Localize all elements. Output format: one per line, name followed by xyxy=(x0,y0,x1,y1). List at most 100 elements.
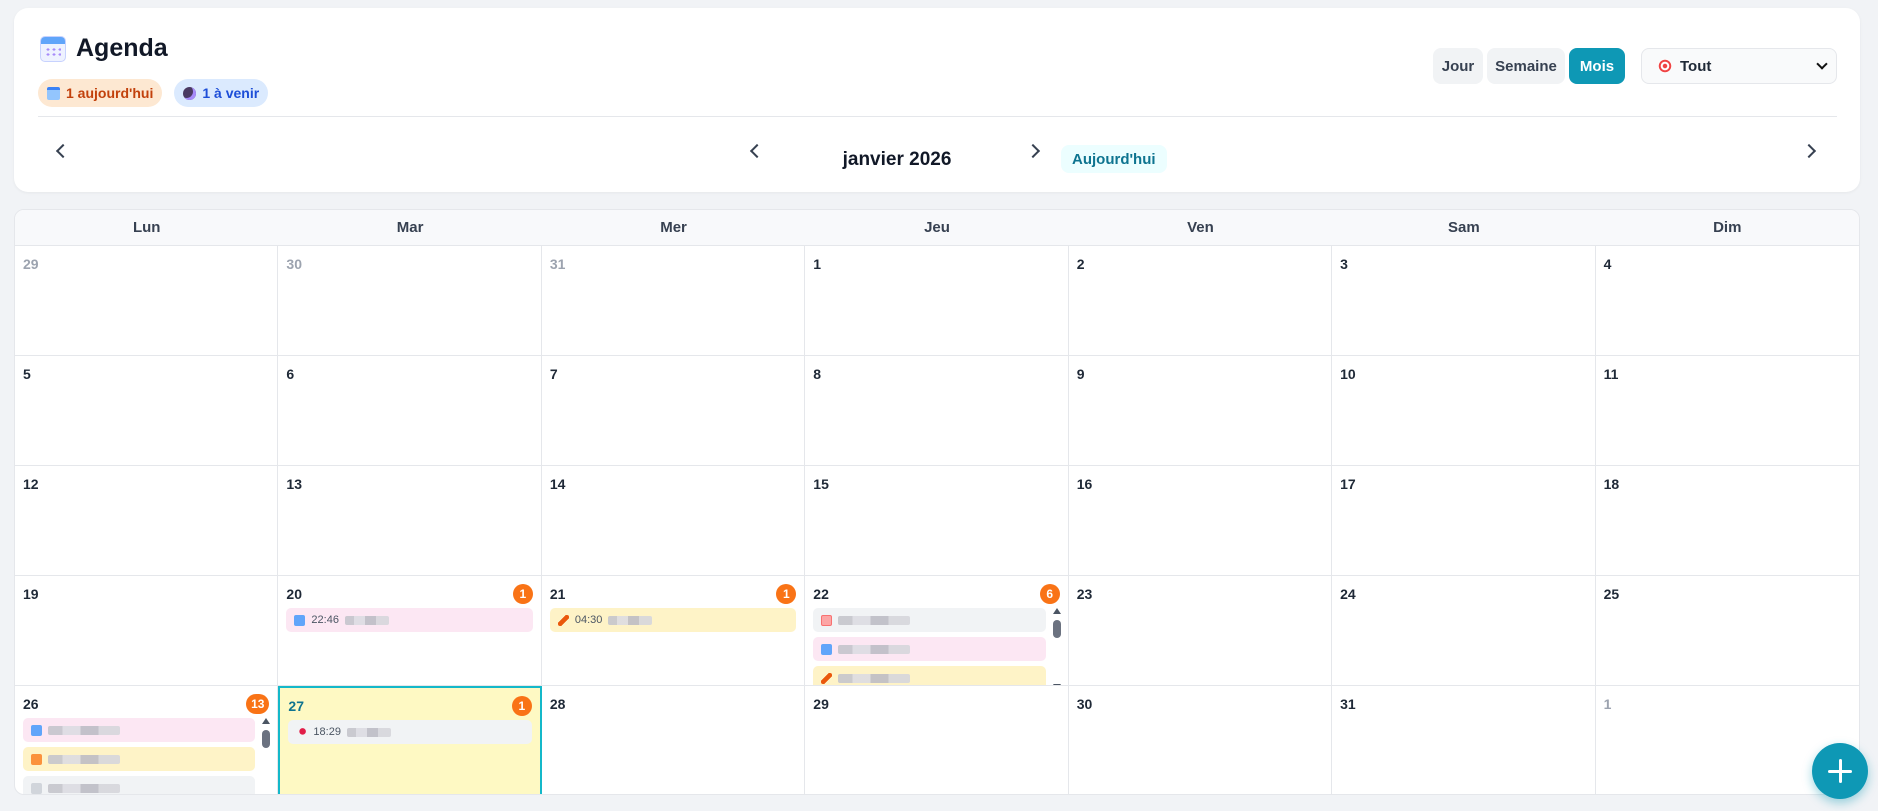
day-cell[interactable]: 11 xyxy=(1595,356,1859,466)
day-cell[interactable]: 5 xyxy=(15,356,279,466)
event-chip[interactable] xyxy=(23,718,256,742)
day-cell[interactable]: 14 xyxy=(541,466,806,576)
scroll-down-icon[interactable] xyxy=(262,794,270,795)
redacted-event-title xyxy=(48,725,120,735)
scroll-up-icon[interactable] xyxy=(262,718,271,724)
day-cell[interactable]: 7 xyxy=(541,356,806,466)
event-list xyxy=(23,718,271,795)
event-chip[interactable]: 04:30 xyxy=(549,608,797,632)
event-chip[interactable] xyxy=(813,666,1046,685)
next-month-button[interactable] xyxy=(1018,136,1048,166)
event-chip[interactable]: 22:46 xyxy=(286,608,533,632)
orange-icon xyxy=(31,753,42,765)
today-count-badge[interactable]: 1 aujourd'hui xyxy=(38,79,163,107)
scroll-up-icon[interactable] xyxy=(1052,608,1061,614)
page-title: Agenda xyxy=(76,34,168,62)
blue-icon xyxy=(31,724,42,736)
event-count-badge: 13 xyxy=(246,694,270,714)
event-chip[interactable] xyxy=(813,637,1046,661)
day-cell[interactable]: 22 6 xyxy=(805,576,1069,686)
header-divider xyxy=(38,116,1837,117)
day-cell[interactable]: 8 xyxy=(805,356,1069,466)
view-week-button[interactable]: Semaine xyxy=(1487,48,1565,84)
day-number: 25 xyxy=(1603,586,1620,602)
day-cell[interactable]: 9 xyxy=(1068,356,1333,466)
day-number: 4 xyxy=(1603,256,1612,272)
upcoming-count-badge[interactable]: 1 à venir xyxy=(174,79,269,107)
chevron-left-icon xyxy=(55,143,71,159)
day-cell[interactable]: 30 xyxy=(278,246,542,356)
view-day-button[interactable]: Jour xyxy=(1433,48,1483,84)
filter-value: Tout xyxy=(1680,57,1712,75)
view-month-button[interactable]: Mois xyxy=(1569,48,1625,84)
day-cell[interactable]: 26 13 xyxy=(15,686,279,795)
day-cell[interactable]: 13 xyxy=(278,466,542,576)
day-number: 2 xyxy=(1076,256,1085,272)
event-chip[interactable] xyxy=(813,608,1046,632)
day-cell-today[interactable]: 27 1 18:29 xyxy=(278,686,542,794)
day-cell[interactable]: 21 1 04:30 xyxy=(541,576,806,686)
weekday-label: Sam xyxy=(1448,219,1480,236)
event-chip[interactable] xyxy=(23,747,256,771)
day-number: 11 xyxy=(1603,366,1619,382)
add-event-button[interactable] xyxy=(1812,743,1868,799)
day-cell[interactable]: 29 xyxy=(805,686,1069,794)
day-cell[interactable]: 2 xyxy=(1068,246,1333,356)
day-cell[interactable]: 4 xyxy=(1595,246,1859,356)
day-number: 23 xyxy=(1076,586,1093,602)
day-number: 24 xyxy=(1340,586,1356,602)
day-number: 31 xyxy=(549,256,566,272)
event-list-scrollbar[interactable] xyxy=(1052,608,1062,685)
day-cell[interactable]: 10 xyxy=(1332,356,1596,466)
day-cell[interactable]: 31 xyxy=(541,246,806,356)
month-calendar: Lun Mar Mer Jeu Ven Sam Dim 29 30 31 1 2 3 4 5 6 7 8 9 10 1… xyxy=(14,209,1860,795)
redacted-event-title xyxy=(344,615,389,625)
day-number: 6 xyxy=(286,366,295,382)
pencil-icon xyxy=(557,614,569,626)
day-cell[interactable]: 15 xyxy=(805,466,1069,576)
day-cell[interactable]: 20 1 22:46 xyxy=(278,576,542,686)
weekday-label: Dim xyxy=(1713,219,1742,236)
day-cell[interactable]: 29 xyxy=(15,246,279,356)
day-cell[interactable]: 28 xyxy=(542,686,806,794)
weekday-label: Jeu xyxy=(924,219,950,236)
today-button[interactable]: Aujourd'hui xyxy=(1061,145,1167,173)
day-cell[interactable]: 3 xyxy=(1332,246,1596,356)
day-cell[interactable]: 16 xyxy=(1068,466,1333,576)
next-period-button[interactable] xyxy=(1794,136,1824,166)
day-cell[interactable]: 18 xyxy=(1595,466,1859,576)
pencil-icon xyxy=(821,672,833,684)
calendar-grid: 29 30 31 1 2 3 4 5 6 7 8 9 10 11 12 13 14 15 16 17 18 19 20 1 22… xyxy=(15,246,1859,795)
day-cell[interactable]: 23 xyxy=(1068,576,1333,686)
day-cell[interactable]: 24 xyxy=(1332,576,1596,686)
event-chip[interactable] xyxy=(23,776,256,794)
event-list: 04:30 xyxy=(549,608,797,632)
day-number: 12 xyxy=(23,476,39,492)
day-number: 3 xyxy=(1340,256,1348,272)
pin-icon xyxy=(296,726,308,738)
day-number: 7 xyxy=(549,366,558,382)
prev-period-button[interactable] xyxy=(48,136,78,166)
doc-icon xyxy=(821,614,833,626)
title-row: Agenda xyxy=(40,34,168,63)
prev-month-button[interactable] xyxy=(742,136,772,166)
blue-icon xyxy=(294,614,306,626)
day-cell[interactable]: 25 xyxy=(1595,576,1859,686)
scroll-thumb[interactable] xyxy=(1052,620,1061,638)
event-time: 04:30 xyxy=(574,614,603,626)
day-cell[interactable]: 17 xyxy=(1332,466,1596,576)
day-cell[interactable]: 12 xyxy=(15,466,279,576)
day-number: 22 xyxy=(813,586,829,602)
day-cell[interactable]: 30 xyxy=(1069,686,1333,794)
filter-select[interactable]: Tout xyxy=(1641,48,1837,84)
scroll-thumb[interactable] xyxy=(262,730,271,748)
event-chip[interactable]: 18:29 xyxy=(288,720,532,744)
day-cell[interactable]: 6 xyxy=(278,356,542,466)
day-number: 18 xyxy=(1603,476,1620,492)
day-cell[interactable]: 1 xyxy=(805,246,1069,356)
day-number: 5 xyxy=(23,366,31,382)
redacted-event-title xyxy=(48,783,120,793)
event-list-scrollbar[interactable] xyxy=(261,718,271,795)
day-cell[interactable]: 31 xyxy=(1332,686,1596,794)
day-cell[interactable]: 19 xyxy=(15,576,279,686)
